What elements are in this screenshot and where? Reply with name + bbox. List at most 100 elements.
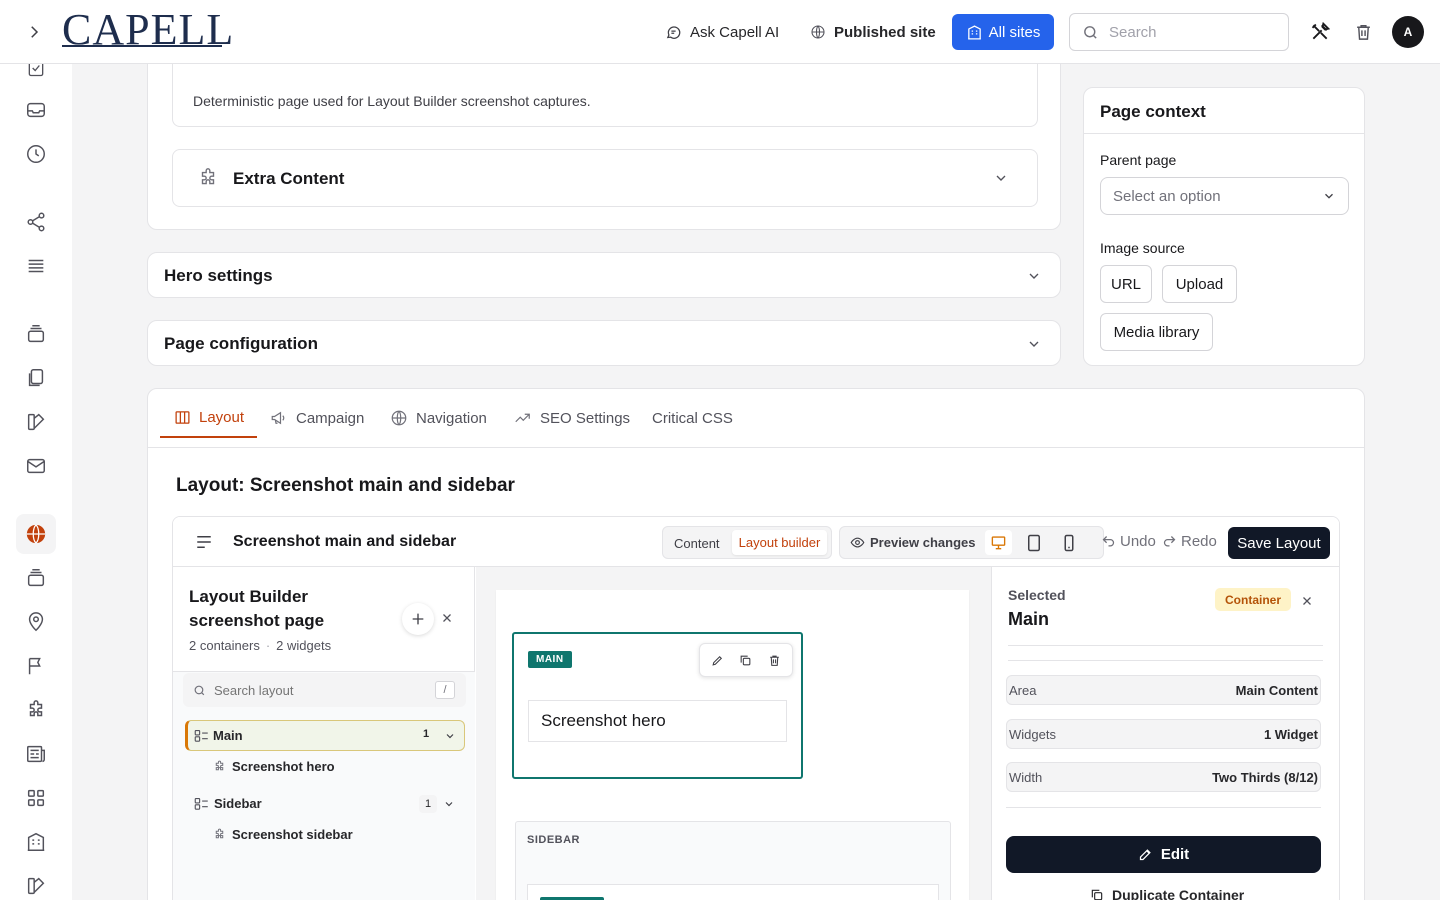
search-icon [193,684,206,697]
divider [1008,645,1323,646]
tree-search[interactable]: / [183,673,466,707]
columns-icon [174,409,191,426]
menu-icon[interactable] [195,534,213,550]
tree-search-input[interactable] [214,682,424,698]
sidebar-widget[interactable] [527,884,939,900]
avatar[interactable]: A [1392,16,1424,48]
stack-icon-2[interactable] [16,558,56,598]
upload-button[interactable]: Upload [1162,265,1237,303]
swatch-icon[interactable] [16,402,56,442]
page-configuration-accordion[interactable]: Page configuration [147,320,1061,366]
desktop-icon[interactable] [985,530,1012,555]
flag-icon[interactable] [16,646,56,686]
extra-content-accordion[interactable]: Extra Content [172,149,1038,207]
chat-icon [665,24,682,41]
duplicate-container-button[interactable]: Duplicate Container [1090,887,1244,900]
tablet-icon[interactable] [1027,534,1041,552]
layout-builder-mode-button[interactable]: Layout builder [732,530,827,555]
building-icon[interactable] [16,822,56,862]
pencil-icon[interactable] [711,654,724,667]
top-bar: CAPELL Ask Capell AI Published site All … [0,0,1440,64]
hero-widget[interactable]: Screenshot hero [528,700,787,742]
sidebar-container[interactable]: SIDEBAR [515,821,951,900]
hero-settings-accordion[interactable]: Hero settings [147,252,1061,298]
redo-button[interactable]: Redo [1162,533,1217,550]
global-search[interactable] [1069,13,1289,51]
main-container[interactable]: MAIN Screenshot hero [512,632,803,779]
mail-icon[interactable] [16,446,56,486]
tab-label: Layout [199,408,245,426]
stack-icon[interactable] [16,314,56,354]
media-library-button[interactable]: Media library [1100,313,1213,351]
map-pin-icon[interactable] [16,602,56,642]
globe-active-icon[interactable] [16,514,56,554]
hero-settings-title: Hero settings [164,266,273,285]
selected-label: Selected [1008,587,1066,603]
tab-divider [148,447,1364,448]
newspaper-icon[interactable] [16,734,56,774]
container-icon [194,729,209,742]
trash-icon[interactable] [1354,22,1373,42]
grid-icon[interactable] [16,778,56,818]
ask-ai-link[interactable]: Ask Capell AI [665,20,779,44]
duplicate-icon [1090,888,1104,900]
containers-count: 2 containers [189,638,260,653]
redo-icon [1162,534,1177,549]
close-icon[interactable] [441,612,453,624]
documents-icon[interactable] [16,358,56,398]
tab-critical-css[interactable]: Critical CSS [652,398,733,438]
url-button[interactable]: URL [1100,265,1152,303]
swatch-icon-2[interactable] [16,866,56,900]
chevron-down-icon[interactable] [444,730,456,742]
tree-item-label: Main [213,728,243,743]
add-icon[interactable] [402,603,434,635]
row-value: Two Thirds (8/12) [1212,769,1318,785]
chevron-down-icon [1322,189,1336,203]
all-sites-button[interactable]: All sites [952,14,1054,50]
duplicate-icon[interactable] [739,654,752,667]
tools-icon[interactable] [1310,22,1330,42]
all-sites-label: All sites [988,23,1041,41]
duplicate-label: Duplicate Container [1112,887,1245,900]
tab-navigation[interactable]: Navigation [390,398,487,438]
widgets-count: 2 widgets [276,638,332,653]
tree-item-sidebar[interactable]: Sidebar 1 [185,788,465,819]
published-site-link[interactable]: Published site [810,20,936,44]
megaphone-icon [270,409,288,427]
save-layout-button[interactable]: Save Layout [1228,527,1330,559]
undo-button[interactable]: Undo [1101,533,1156,550]
selected-name: Main [1008,609,1050,629]
tab-seo-settings[interactable]: SEO Settings [513,398,630,438]
clock-icon[interactable] [16,134,56,174]
share-icon[interactable] [16,202,56,242]
mode-switcher: Content Layout builder [662,526,832,559]
tab-layout[interactable]: Layout [160,398,257,438]
main-tag: MAIN [528,651,572,668]
tab-campaign[interactable]: Campaign [270,398,364,438]
parent-page-label: Parent page [1100,152,1177,168]
parent-page-select[interactable]: Select an option [1100,177,1349,215]
inbox-icon[interactable] [16,90,56,130]
tab-label: Campaign [296,409,365,427]
search-input[interactable] [1109,23,1269,41]
edit-button[interactable]: Edit [1006,836,1321,873]
list-icon[interactable] [16,246,56,286]
extra-content-title: Extra Content [233,169,345,188]
builder-title: Screenshot main and sidebar [233,533,457,550]
tree-item-screenshot-hero[interactable]: Screenshot hero [213,759,335,774]
tree-item-main[interactable]: Main 1 [185,720,465,751]
puzzle-icon[interactable] [16,690,56,730]
close-icon[interactable] [1301,595,1313,607]
mobile-icon[interactable] [1063,534,1075,552]
content-mode-button[interactable]: Content [674,536,720,551]
chevron-down-icon[interactable] [443,798,455,810]
preview-changes-button[interactable]: Preview changes [850,535,976,550]
tab-label: SEO Settings [540,409,631,427]
trending-icon [513,409,532,427]
tree-item-screenshot-sidebar[interactable]: Screenshot sidebar [213,827,353,842]
chevron-right-icon[interactable] [20,18,48,46]
type-badge: Container [1215,588,1292,611]
tab-label: Critical CSS [652,409,733,427]
trash-icon[interactable] [768,654,781,667]
ask-ai-label: Ask Capell AI [690,23,780,41]
